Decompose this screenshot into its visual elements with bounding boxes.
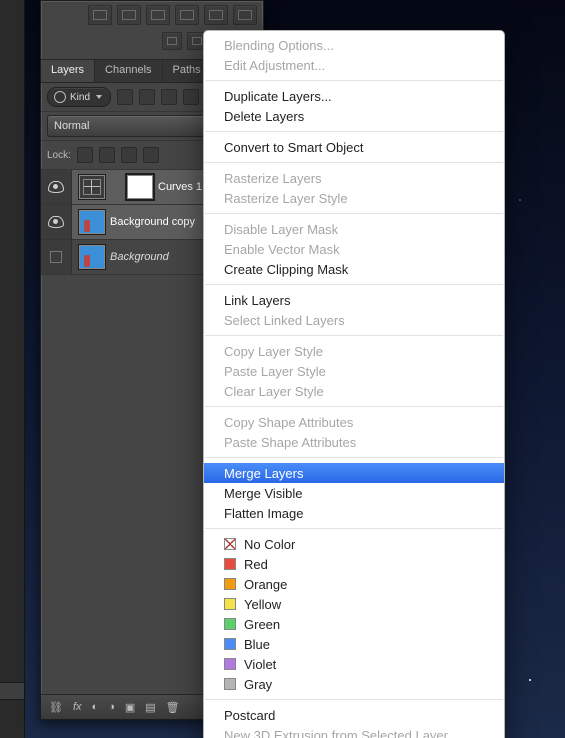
menu-separator bbox=[205, 528, 503, 529]
menu-color-item[interactable]: Gray bbox=[204, 674, 504, 694]
visibility-toggle[interactable] bbox=[41, 240, 72, 274]
link-layers-icon[interactable]: ⛓ bbox=[49, 701, 63, 714]
menu-item: Rasterize Layer Style bbox=[204, 188, 504, 208]
menu-item[interactable]: Merge Layers bbox=[204, 463, 504, 483]
delete-layer-icon[interactable]: 🗑 bbox=[166, 701, 180, 714]
menu-separator bbox=[205, 335, 503, 336]
preset-icon[interactable] bbox=[146, 5, 170, 25]
menu-separator bbox=[205, 162, 503, 163]
menu-item: Edit Adjustment... bbox=[204, 55, 504, 75]
menu-item: Copy Layer Style bbox=[204, 341, 504, 361]
tab-channels[interactable]: Channels bbox=[95, 60, 162, 82]
menu-separator bbox=[205, 457, 503, 458]
menu-item[interactable]: Merge Visible bbox=[204, 483, 504, 503]
preset-icon[interactable] bbox=[162, 32, 182, 50]
eye-icon bbox=[48, 216, 64, 228]
menu-separator bbox=[205, 131, 503, 132]
menu-color-item[interactable]: Green bbox=[204, 614, 504, 634]
lock-all-icon[interactable] bbox=[143, 147, 159, 163]
lock-transparent-icon[interactable] bbox=[77, 147, 93, 163]
visibility-off-icon bbox=[50, 251, 62, 263]
menu-color-label: No Color bbox=[244, 537, 295, 552]
menu-color-item[interactable]: Orange bbox=[204, 574, 504, 594]
menu-separator bbox=[205, 213, 503, 214]
menu-item: Blending Options... bbox=[204, 35, 504, 55]
layer-name[interactable]: Curves 1 bbox=[158, 181, 202, 193]
filter-type-icon[interactable] bbox=[161, 89, 177, 105]
menu-item: Enable Vector Mask bbox=[204, 239, 504, 259]
menu-item: Select Linked Layers bbox=[204, 310, 504, 330]
menu-color-item[interactable]: No Color bbox=[204, 534, 504, 554]
menu-item: Rasterize Layers bbox=[204, 168, 504, 188]
preset-icon[interactable] bbox=[117, 5, 141, 25]
color-swatch-icon bbox=[224, 558, 236, 570]
color-swatch-icon bbox=[224, 598, 236, 610]
menu-color-label: Blue bbox=[244, 637, 270, 652]
preset-icon[interactable] bbox=[175, 5, 199, 25]
menu-item[interactable]: Delete Layers bbox=[204, 106, 504, 126]
menu-item: Paste Layer Style bbox=[204, 361, 504, 381]
new-adjustment-icon[interactable]: ◑ bbox=[108, 701, 115, 713]
new-layer-icon[interactable]: ▤ bbox=[145, 701, 155, 714]
eye-icon bbox=[48, 181, 64, 193]
menu-item[interactable]: Postcard bbox=[204, 705, 504, 725]
menu-separator bbox=[205, 406, 503, 407]
menu-item[interactable]: Flatten Image bbox=[204, 503, 504, 523]
menu-separator bbox=[205, 284, 503, 285]
app-shell-edge bbox=[0, 0, 25, 738]
visibility-toggle[interactable] bbox=[41, 205, 72, 239]
layer-name[interactable]: Background bbox=[110, 251, 169, 263]
preset-icon[interactable] bbox=[204, 5, 228, 25]
color-swatch-icon bbox=[224, 638, 236, 650]
new-group-icon[interactable]: ▣ bbox=[125, 701, 135, 714]
preset-icon[interactable] bbox=[233, 5, 257, 25]
tab-layers[interactable]: Layers bbox=[41, 60, 95, 82]
layer-name[interactable]: Background copy bbox=[110, 216, 195, 228]
menu-item[interactable]: Create Clipping Mask bbox=[204, 259, 504, 279]
lock-pixels-icon[interactable] bbox=[99, 147, 115, 163]
layer-mask-thumbnail[interactable] bbox=[126, 174, 154, 200]
menu-color-label: Green bbox=[244, 617, 280, 632]
color-swatch-icon bbox=[224, 538, 236, 550]
menu-color-item[interactable]: Yellow bbox=[204, 594, 504, 614]
layer-thumbnail[interactable] bbox=[78, 244, 106, 270]
color-swatch-icon bbox=[224, 578, 236, 590]
menu-item: Copy Shape Attributes bbox=[204, 412, 504, 432]
menu-color-label: Orange bbox=[244, 577, 287, 592]
color-swatch-icon bbox=[224, 618, 236, 630]
filter-shape-icon[interactable] bbox=[183, 89, 199, 105]
kind-filter-select[interactable]: Kind bbox=[47, 87, 111, 107]
layer-thumbnail[interactable] bbox=[78, 209, 106, 235]
add-mask-icon[interactable]: ◐ bbox=[92, 701, 99, 713]
menu-item[interactable]: Link Layers bbox=[204, 290, 504, 310]
menu-color-item[interactable]: Violet bbox=[204, 654, 504, 674]
filter-adjust-icon[interactable] bbox=[139, 89, 155, 105]
menu-item[interactable]: Duplicate Layers... bbox=[204, 86, 504, 106]
color-swatch-icon bbox=[224, 658, 236, 670]
layer-context-menu: Blending Options...Edit Adjustment... Dup… bbox=[203, 30, 505, 738]
menu-item: Disable Layer Mask bbox=[204, 219, 504, 239]
menu-color-item[interactable]: Red bbox=[204, 554, 504, 574]
menu-item[interactable]: Convert to Smart Object bbox=[204, 137, 504, 157]
layer-thumbnail-adjustment[interactable] bbox=[78, 174, 106, 200]
filter-pixel-icon[interactable] bbox=[117, 89, 133, 105]
menu-item: New 3D Extrusion from Selected Layer bbox=[204, 725, 504, 738]
menu-color-item[interactable]: Blue bbox=[204, 634, 504, 654]
lock-position-icon[interactable] bbox=[121, 147, 137, 163]
visibility-toggle[interactable] bbox=[41, 170, 72, 204]
menu-color-label: Yellow bbox=[244, 597, 281, 612]
menu-separator bbox=[205, 699, 503, 700]
menu-color-label: Red bbox=[244, 557, 268, 572]
menu-item: Paste Shape Attributes bbox=[204, 432, 504, 452]
menu-item: Clear Layer Style bbox=[204, 381, 504, 401]
preset-icon[interactable] bbox=[88, 5, 112, 25]
lock-label: Lock: bbox=[47, 150, 71, 161]
menu-color-label: Violet bbox=[244, 657, 276, 672]
fx-icon[interactable]: fx bbox=[73, 701, 82, 713]
menu-color-label: Gray bbox=[244, 677, 272, 692]
menu-separator bbox=[205, 80, 503, 81]
color-swatch-icon bbox=[224, 678, 236, 690]
